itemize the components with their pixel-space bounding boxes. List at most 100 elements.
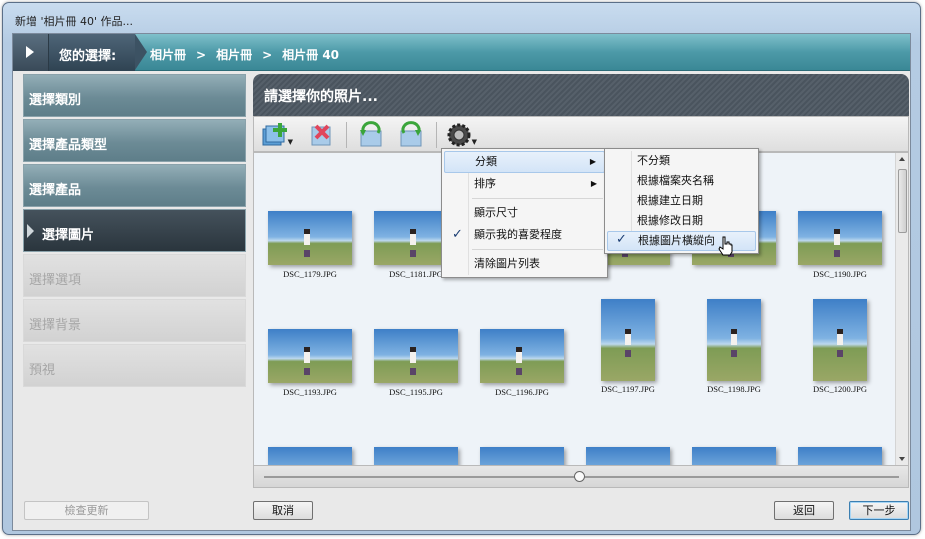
submenu-arrow-icon: ▶	[589, 157, 596, 166]
menu-item-label: 不分類	[637, 154, 670, 167]
photo-filename: DSC_1195.JPG	[389, 387, 443, 397]
breadcrumb-expand-button[interactable]	[13, 34, 49, 71]
photo-toolbar: ▼ ▼	[253, 116, 909, 152]
sidebar-nav: 選擇類別 選擇產品類型 選擇產品 選擇圖片 選擇選項 選擇背景 預視	[23, 74, 246, 389]
photo-filename: DSC_1179.JPG	[283, 269, 337, 279]
toolbar-separator	[436, 122, 437, 148]
photo-subject	[304, 229, 310, 257]
thumbnail-size-bar	[253, 466, 909, 488]
breadcrumb-label: 您的選擇:	[59, 49, 117, 64]
breadcrumb: 您的選擇: 相片冊 > 相片冊 > 相片冊 40	[13, 34, 910, 71]
photo-image	[798, 447, 882, 465]
cancel-button[interactable]: 取消	[253, 501, 313, 520]
check-update-button: 檢查更新	[24, 501, 149, 520]
photo-subject	[410, 347, 416, 375]
photo-subject	[304, 347, 310, 375]
photo-filename: DSC_1200.JPG	[812, 384, 868, 394]
photo-subject	[834, 229, 840, 257]
add-photos-button[interactable]: ▼	[260, 121, 294, 149]
photo-subject	[731, 329, 737, 357]
settings-button[interactable]: ▼	[444, 121, 478, 149]
breadcrumb-separator: >	[196, 48, 207, 62]
breadcrumb-path: 相片冊 > 相片冊 > 相片冊 40	[150, 46, 339, 63]
sidebar-item-select-photos[interactable]: 選擇圖片	[23, 209, 246, 252]
hand-cursor-icon	[718, 236, 733, 256]
photo-image	[707, 299, 761, 381]
sidebar-item-select-category[interactable]: 選擇類別	[23, 74, 246, 117]
menu-item-label: 根據圖片橫縱向	[638, 234, 715, 247]
scrollbar-thumb[interactable]	[898, 169, 907, 233]
remove-photo-button[interactable]	[306, 121, 340, 149]
rotate-right-button[interactable]	[394, 121, 428, 149]
checkmark-icon: ✓	[616, 232, 627, 247]
menu-item-sort[interactable]: 排序 ▶	[444, 173, 605, 195]
photo-filename: DSC_1193.JPG	[283, 387, 337, 397]
photo-filename: DSC_1190.JPG	[813, 269, 867, 279]
menu-item-clear-list[interactable]: 清除圖片列表	[444, 253, 605, 275]
submenu-arrow-icon: ▶	[590, 179, 597, 188]
photo-image	[480, 329, 564, 383]
settings-context-menu: 分類 ▶ 排序 ▶ 顯示尺寸 ✓ 顯示我的喜愛程度 清除圖片列表	[441, 148, 608, 278]
menu-item-show-favorites[interactable]: ✓ 顯示我的喜愛程度	[444, 224, 605, 246]
submenu-item-by-folder[interactable]: 根據檔案夾名稱	[607, 171, 756, 191]
photo-filename: DSC_1198.JPG	[707, 384, 761, 394]
scroll-down-icon[interactable]	[899, 457, 905, 461]
vertical-scrollbar[interactable]	[895, 153, 908, 465]
photo-image	[268, 211, 352, 265]
menu-separator	[472, 198, 603, 199]
checkmark-icon: ✓	[452, 227, 463, 242]
menu-item-label: 根據檔案夾名稱	[637, 174, 714, 187]
thumbnail-size-slider-handle[interactable]	[574, 471, 585, 482]
photo-image	[798, 211, 882, 265]
menu-item-label: 顯示我的喜愛程度	[474, 228, 562, 241]
sidebar-item-select-options: 選擇選項	[23, 254, 246, 297]
photo-filename: DSC_1196.JPG	[495, 387, 549, 397]
menu-separator	[472, 249, 603, 250]
menu-item-label: 顯示尺寸	[474, 206, 518, 219]
dropdown-arrow-icon: ▼	[471, 138, 477, 146]
window-title: 新增 '相片冊 40' 作品...	[15, 15, 134, 28]
photo-image	[692, 447, 776, 465]
dialog-client: 您的選擇: 相片冊 > 相片冊 > 相片冊 40 選擇類別 選擇產品類型 選擇產品 選擇…	[12, 33, 911, 531]
sidebar-item-preview: 預視	[23, 344, 246, 387]
menu-item-label: 根據修改日期	[637, 214, 703, 227]
menu-item-label: 根據建立日期	[637, 194, 703, 207]
back-button[interactable]: 返回	[774, 501, 834, 520]
photo-image	[586, 447, 670, 465]
photo-image	[374, 447, 458, 465]
chevron-right-icon	[26, 46, 34, 58]
submenu-item-no-category[interactable]: 不分類	[607, 151, 756, 171]
menu-item-categorize[interactable]: 分類 ▶	[444, 151, 605, 173]
photo-image	[480, 447, 564, 465]
rotate-left-button[interactable]	[354, 121, 388, 149]
remove-photo-icon	[311, 124, 331, 146]
photo-image	[268, 329, 352, 383]
breadcrumb-item[interactable]: 相片冊 40	[282, 48, 339, 62]
photo-image	[813, 299, 867, 381]
photo-subject	[837, 329, 843, 357]
submenu-item-by-modified-date[interactable]: 根據修改日期	[607, 211, 756, 231]
breadcrumb-separator: >	[262, 48, 273, 62]
panel-title: 請選擇你的照片...	[264, 89, 378, 105]
scroll-up-icon[interactable]	[899, 157, 905, 161]
breadcrumb-item[interactable]: 相片冊	[216, 48, 252, 62]
photo-subject	[625, 329, 631, 357]
photo-filename: DSC_1197.JPG	[601, 384, 655, 394]
breadcrumb-item[interactable]: 相片冊	[150, 48, 186, 62]
panel-header: 請選擇你的照片...	[253, 74, 909, 116]
photo-image	[374, 329, 458, 383]
sidebar-item-select-product[interactable]: 選擇產品	[23, 164, 246, 207]
menu-item-show-size[interactable]: 顯示尺寸	[444, 202, 605, 224]
rotate-right-icon	[400, 121, 422, 147]
menu-item-label: 分類	[475, 155, 497, 168]
submenu-item-by-created-date[interactable]: 根據建立日期	[607, 191, 756, 211]
toolbar-separator	[346, 122, 347, 148]
sidebar-item-select-product-type[interactable]: 選擇產品類型	[23, 119, 246, 162]
photo-subject	[410, 229, 416, 257]
dropdown-arrow-icon: ▼	[287, 138, 293, 146]
menu-item-label: 清除圖片列表	[474, 257, 540, 270]
next-button[interactable]: 下一步	[849, 501, 909, 520]
photo-image	[601, 299, 655, 381]
menu-item-label: 排序	[474, 177, 496, 190]
photo-image	[268, 447, 352, 465]
